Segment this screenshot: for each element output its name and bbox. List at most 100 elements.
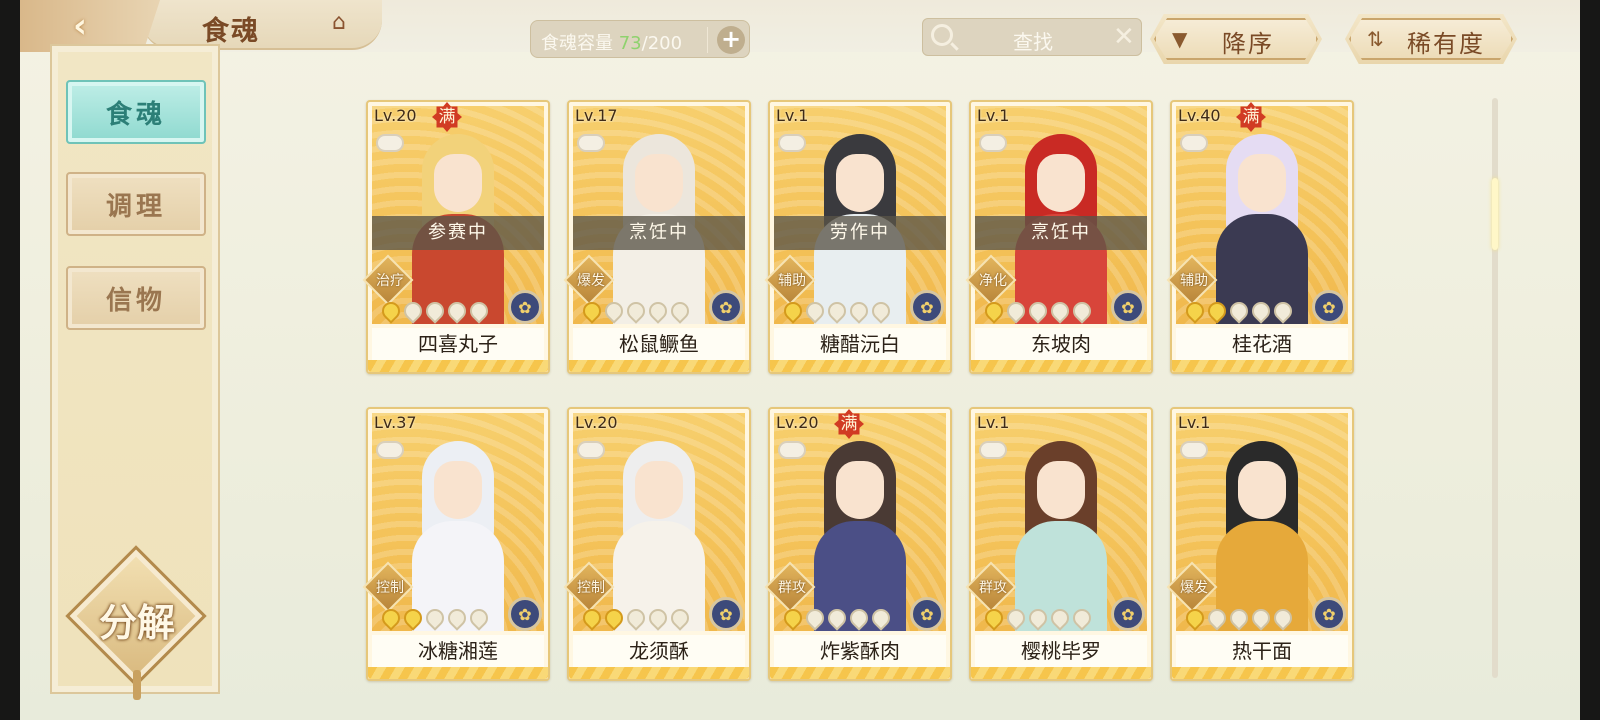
star-rating bbox=[378, 605, 492, 631]
star-icon bbox=[1248, 605, 1274, 631]
bowl-icon bbox=[1180, 134, 1208, 152]
screen-edge-right bbox=[1580, 0, 1600, 720]
food-soul-card[interactable]: Lv.1 群攻 ✿ 樱桃毕罗 bbox=[965, 407, 1153, 681]
role-label: 控制 bbox=[376, 580, 404, 596]
capacity-indicator: 食魂容量 73/200 + bbox=[530, 20, 750, 58]
level-label: Lv.20 bbox=[575, 413, 618, 432]
bowl-icon bbox=[778, 441, 806, 459]
star-icon bbox=[846, 605, 872, 631]
screen-edge-left bbox=[0, 0, 20, 720]
search-box[interactable]: 查找 ✕ bbox=[922, 18, 1142, 56]
food-soul-grid: Lv.20 满参赛中 治疗 ✿ 四喜丸子 Lv.17 烹饪中 爆发 ✿ 松鼠鳜鱼 Lv.1 劳作中 辅助… bbox=[362, 100, 1366, 700]
star-rating bbox=[981, 298, 1095, 324]
food-soul-card[interactable]: Lv.20 控制 ✿ 龙须酥 bbox=[563, 407, 751, 681]
triangle-down-icon: ▼ bbox=[1172, 27, 1188, 51]
star-icon bbox=[378, 605, 404, 631]
star-icon bbox=[824, 298, 850, 324]
star-icon bbox=[1182, 298, 1208, 324]
search-input[interactable]: 查找 bbox=[1013, 26, 1053, 55]
star-icon bbox=[1270, 605, 1296, 631]
star-rating bbox=[1182, 298, 1296, 324]
star-icon bbox=[667, 298, 693, 324]
page-title-tab: 食魂 ⌂ bbox=[142, 0, 382, 50]
star-icon bbox=[868, 605, 894, 631]
clear-search-icon[interactable]: ✕ bbox=[1113, 22, 1135, 52]
star-icon bbox=[400, 298, 426, 324]
food-soul-card[interactable]: Lv.20 满群攻 ✿ 炸紫酥肉 bbox=[764, 407, 952, 681]
character-name: 东坡肉 bbox=[975, 328, 1147, 360]
food-soul-card[interactable]: Lv.17 烹饪中 爆发 ✿ 松鼠鳜鱼 bbox=[563, 100, 751, 374]
star-icon bbox=[1226, 605, 1252, 631]
card-footer-stripe bbox=[1172, 667, 1352, 679]
tassel-ornament bbox=[133, 670, 141, 700]
food-soul-card[interactable]: Lv.1 劳作中 辅助 ✿ 糖醋沅白 bbox=[764, 100, 952, 374]
star-icon bbox=[780, 298, 806, 324]
status-banner: 烹饪中 bbox=[573, 216, 745, 250]
bowl-icon bbox=[577, 134, 605, 152]
sort-order-button[interactable]: ▼ 降序 bbox=[1150, 14, 1322, 64]
flame-icon: ✿ bbox=[1111, 290, 1145, 324]
character-name: 桂花酒 bbox=[1176, 328, 1348, 360]
character-name: 炸紫酥肉 bbox=[774, 635, 946, 667]
role-label: 治疗 bbox=[376, 273, 404, 289]
star-icon bbox=[824, 605, 850, 631]
tab-cuisine[interactable]: 调理 bbox=[66, 172, 206, 236]
star-icon bbox=[601, 605, 627, 631]
star-icon bbox=[579, 605, 605, 631]
sort-rarity-button[interactable]: ⇅ 稀有度 bbox=[1345, 14, 1517, 64]
card-footer-stripe bbox=[368, 667, 548, 679]
add-capacity-button[interactable]: + bbox=[717, 26, 745, 54]
star-rating bbox=[981, 605, 1095, 631]
star-icon bbox=[444, 298, 470, 324]
scrollbar-thumb[interactable] bbox=[1492, 178, 1498, 250]
status-banner: 烹饪中 bbox=[975, 216, 1147, 250]
tab-food-soul[interactable]: 食魂 bbox=[66, 80, 206, 144]
level-label: Lv.1 bbox=[977, 106, 1010, 125]
level-label: Lv.20 bbox=[374, 106, 417, 125]
role-label: 爆发 bbox=[577, 273, 605, 289]
character-name: 樱桃毕罗 bbox=[975, 635, 1147, 667]
card-footer-stripe bbox=[368, 360, 548, 372]
character-name: 四喜丸子 bbox=[372, 328, 544, 360]
star-rating bbox=[579, 298, 693, 324]
star-icon bbox=[802, 298, 828, 324]
page-title: 食魂 bbox=[202, 16, 260, 47]
character-name: 龙须酥 bbox=[573, 635, 745, 667]
bowl-icon bbox=[376, 441, 404, 459]
star-icon bbox=[400, 605, 426, 631]
food-soul-card[interactable]: Lv.1 烹饪中 净化 ✿ 东坡肉 bbox=[965, 100, 1153, 374]
capacity-current: 73 bbox=[618, 33, 642, 54]
card-footer-stripe bbox=[971, 360, 1151, 372]
status-banner: 劳作中 bbox=[774, 216, 946, 250]
flame-icon: ✿ bbox=[910, 597, 944, 631]
star-icon bbox=[579, 298, 605, 324]
flower-icon: ✿ bbox=[709, 290, 743, 324]
star-icon bbox=[422, 298, 448, 324]
food-soul-card[interactable]: Lv.37 控制 ✿ 冰糖湘莲 bbox=[362, 407, 550, 681]
star-icon bbox=[868, 298, 894, 324]
card-footer-stripe bbox=[971, 667, 1151, 679]
flower-icon: ✿ bbox=[709, 597, 743, 631]
food-soul-card[interactable]: Lv.20 满参赛中 治疗 ✿ 四喜丸子 bbox=[362, 100, 550, 374]
card-footer-stripe bbox=[569, 360, 749, 372]
food-soul-card[interactable]: Lv.40 满辅助 ✿ 桂花酒 bbox=[1166, 100, 1354, 374]
swap-vertical-icon: ⇅ bbox=[1367, 27, 1384, 51]
level-label: Lv.37 bbox=[374, 413, 417, 432]
bowl-icon bbox=[1180, 441, 1208, 459]
decompose-label[interactable]: 分解 bbox=[82, 592, 192, 647]
star-icon bbox=[623, 298, 649, 324]
tab-keepsake[interactable]: 信物 bbox=[66, 266, 206, 330]
star-rating bbox=[1182, 605, 1296, 631]
star-icon bbox=[645, 298, 671, 324]
character-name: 热干面 bbox=[1176, 635, 1348, 667]
star-icon bbox=[1226, 298, 1252, 324]
star-icon bbox=[1204, 605, 1230, 631]
status-banner: 参赛中 bbox=[372, 216, 544, 250]
level-label: Lv.1 bbox=[776, 106, 809, 125]
character-name: 冰糖湘莲 bbox=[372, 635, 544, 667]
level-label: Lv.1 bbox=[977, 413, 1010, 432]
pavilion-icon[interactable]: ⌂ bbox=[332, 10, 346, 35]
food-soul-card[interactable]: Lv.1 爆发 ✿ 热干面 bbox=[1166, 407, 1354, 681]
role-label: 辅助 bbox=[778, 273, 806, 289]
star-icon bbox=[1003, 298, 1029, 324]
